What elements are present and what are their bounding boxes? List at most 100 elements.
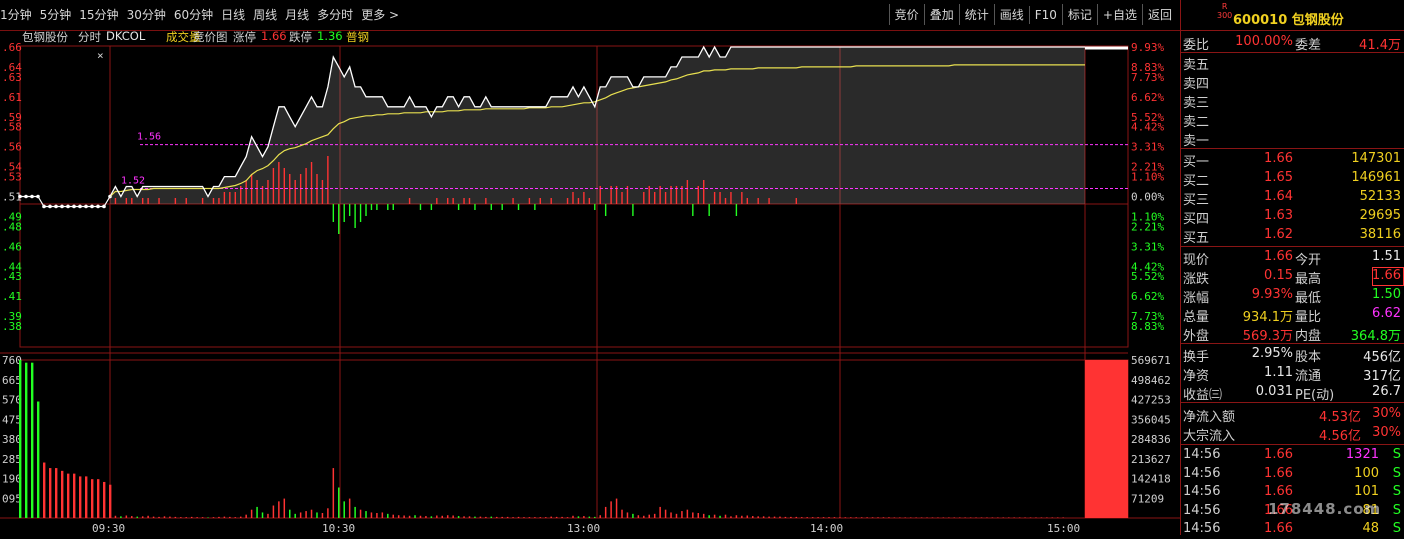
auction-price-point-0 xyxy=(18,194,22,199)
tick-time-1: 14:56 xyxy=(1183,465,1221,481)
volume-panel-frame xyxy=(19,359,1129,519)
bid-row-1: 买二 1.65 146961 xyxy=(1181,169,1404,189)
bid-volume-0: 147301 xyxy=(1351,151,1401,166)
stat-label2-2: 最低 xyxy=(1295,291,1322,306)
stat-label2-3: 量比 xyxy=(1295,310,1322,325)
close-icon: × xyxy=(97,49,104,62)
ask-row-2: 卖三 xyxy=(1181,91,1404,111)
bid-volume-1: 146961 xyxy=(1351,170,1401,185)
stat-value-0: 1.66 xyxy=(1264,249,1293,264)
auction-volume-bar-2 xyxy=(31,362,34,518)
bid-label-1: 买二 xyxy=(1183,174,1210,189)
tick-row-1: 14:56 1.66 100 S xyxy=(1181,465,1404,484)
tick-row-0: 14:56 1.66 1321 S xyxy=(1181,446,1404,465)
bid-row-2: 买三 1.64 52133 xyxy=(1181,188,1404,208)
auction-price-point-3 xyxy=(36,194,40,199)
vol-tick-right-4: 284836 xyxy=(1131,433,1171,446)
bid-label-3: 买四 xyxy=(1183,212,1210,227)
auction-price-line xyxy=(20,195,111,208)
bid-price-1: 1.65 xyxy=(1264,170,1293,185)
tick-row-4: 14:56 1.66 48 S xyxy=(1181,520,1404,539)
auction-volume-bar-13 xyxy=(97,479,100,518)
stock-code-name[interactable]: 600010 包钢股份 xyxy=(1233,9,1344,28)
intraday-chart[interactable]: .66 9.93%.64 8.83%.63 7.73%.61 6.62%.59 5.52%… xyxy=(0,0,1180,535)
pct-tick-3: 6.62% xyxy=(1131,91,1164,104)
vol-tick-right-3: 356045 xyxy=(1131,413,1171,426)
stat-row-3: 总量 934.1万 量比 6.62 xyxy=(1181,305,1404,325)
weibi-row: 委比 100.00% 委差 41.4万 xyxy=(1181,33,1404,53)
price-tick-14: .43 xyxy=(2,270,22,283)
tick-price-2: 1.66 xyxy=(1264,484,1293,499)
stat2-label2-2: PE(动) xyxy=(1295,388,1335,403)
auction-price-point-5 xyxy=(48,204,52,209)
flow-row-1: 大宗流入 4.56亿 30% xyxy=(1181,424,1404,444)
stat-value-1: 0.15 xyxy=(1264,268,1293,283)
tick-volume-0: 1321 xyxy=(1345,447,1379,462)
ask-label-3: 卖二 xyxy=(1183,115,1210,130)
flow-value-0: 4.53亿 xyxy=(1319,410,1361,425)
stat2-value-2: 0.031 xyxy=(1255,384,1293,399)
bid-price-2: 1.64 xyxy=(1264,189,1293,204)
stat2-row-0: 换手 2.95% 股本 456亿 xyxy=(1181,345,1404,365)
marker-label-0: 1.56 xyxy=(137,132,161,143)
pct-tick-8: 1.10% xyxy=(1131,171,1164,184)
tick-time-3: 14:56 xyxy=(1183,502,1221,518)
tick-side-4: S xyxy=(1392,521,1401,536)
divider-2 xyxy=(1181,148,1404,149)
badge-top: R xyxy=(1221,2,1228,11)
price-tick-8: .53 xyxy=(2,171,22,184)
bid-price-0: 1.66 xyxy=(1264,151,1293,166)
badge-bottom: 300 xyxy=(1217,11,1233,20)
auction-volume-bar-9 xyxy=(73,473,76,518)
auction-price-point-13 xyxy=(96,204,100,209)
auction-volume-bar-4 xyxy=(43,462,46,518)
stat2-label2-0: 股本 xyxy=(1295,350,1322,365)
tick-price-1: 1.66 xyxy=(1264,465,1293,481)
divider-6 xyxy=(1181,444,1404,445)
vol-tick-right-1: 498462 xyxy=(1131,374,1171,387)
stat-label2-0: 今开 xyxy=(1295,253,1322,268)
vol-tick-left-6: 190 xyxy=(2,473,22,486)
tick-volume-1: 100 xyxy=(1354,465,1379,481)
auction-price-point-4 xyxy=(42,204,46,209)
flow-value-1: 4.56亿 xyxy=(1319,429,1361,444)
weicha-value: 41.4万 xyxy=(1359,38,1401,53)
divider-4 xyxy=(1181,343,1404,344)
ask-label-0: 卖五 xyxy=(1183,58,1210,73)
ask-row-4: 卖一 xyxy=(1181,129,1404,149)
stat-value-3: 934.1万 xyxy=(1242,310,1293,325)
bid-volume-2: 52133 xyxy=(1359,189,1401,204)
price-tick-5: .58 xyxy=(2,121,22,134)
stat2-value2-0: 456亿 xyxy=(1363,350,1401,365)
flow-pct-0: 30% xyxy=(1372,406,1401,421)
pct-tick-2: 7.73% xyxy=(1131,71,1164,84)
bid-price-3: 1.63 xyxy=(1264,208,1293,223)
divider-3 xyxy=(1181,246,1404,247)
watermark-text: 178448.com xyxy=(1268,500,1382,518)
auction-price-point-11 xyxy=(84,204,88,209)
stat-value2-2: 1.50 xyxy=(1372,287,1401,302)
auction-price-point-14 xyxy=(102,204,106,209)
ask-label-1: 卖四 xyxy=(1183,77,1210,92)
stat-value2-4: 364.8万 xyxy=(1350,329,1401,344)
price-tick-0: .66 xyxy=(2,41,22,54)
price-tick-6: .56 xyxy=(2,141,22,154)
tick-side-3: S xyxy=(1392,502,1401,518)
weibi-label: 委比 xyxy=(1183,38,1210,53)
pct-tick-11: 2.21% xyxy=(1131,220,1164,233)
auction-volume-bar-7 xyxy=(61,470,64,518)
stat2-value-1: 1.11 xyxy=(1264,365,1293,380)
quote-panel: R 300 600010 包钢股份委比 100.00% 委差 41.4万卖五卖四 卖三卖二卖… xyxy=(1180,0,1404,536)
ask-row-1: 卖四 xyxy=(1181,72,1404,92)
stat-label-3: 总量 xyxy=(1183,310,1210,325)
auction-volume-bar-8 xyxy=(67,473,70,518)
stat2-label2-1: 流通 xyxy=(1295,369,1322,384)
vol-tick-left-0: 760 xyxy=(2,354,22,367)
flow-pct-1: 30% xyxy=(1372,425,1401,440)
ask-row-0: 卖五 xyxy=(1181,53,1404,73)
stat2-label-0: 换手 xyxy=(1183,350,1210,365)
price-tick-12: .46 xyxy=(2,240,22,253)
tick-price-0: 1.66 xyxy=(1264,447,1293,462)
ask-label-4: 卖一 xyxy=(1183,134,1210,149)
vol-tick-right-6: 142418 xyxy=(1131,473,1171,486)
